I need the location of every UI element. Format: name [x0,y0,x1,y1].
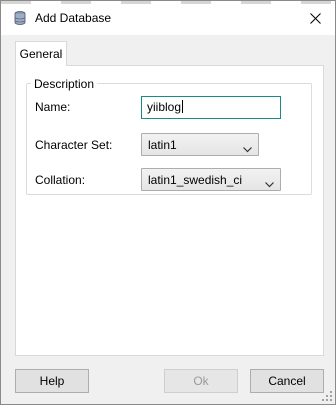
character-set-select[interactable]: latin1 [141,133,259,156]
cancel-button-label: Cancel [268,374,306,388]
ok-button[interactable]: Ok [164,369,238,393]
chevron-down-icon [243,142,252,156]
name-input[interactable]: yiiblog [141,96,281,119]
title-bar[interactable]: Add Database [1,1,335,35]
description-legend: Description [31,77,98,91]
close-button[interactable] [295,1,335,35]
cancel-button[interactable]: Cancel [250,369,324,393]
name-input-value: yiiblog [147,100,182,114]
collation-label: Collation: [35,173,86,187]
resize-grip-icon[interactable] [322,391,333,402]
ok-button-label: Ok [193,374,209,388]
database-icon [14,11,26,25]
chevron-down-icon [265,177,274,191]
tab-general[interactable]: General [15,41,67,66]
add-database-dialog: Add Database General Description Name: y… [0,0,336,405]
help-button-label: Help [39,374,65,388]
character-set-value: latin1 [148,138,177,152]
close-icon [309,12,321,24]
collation-value: latin1_swedish_ci [148,173,243,187]
window-title: Add Database [35,11,112,25]
character-set-label: Character Set: [35,138,113,152]
text-caret [182,100,184,113]
help-button[interactable]: Help [15,369,89,393]
collation-select[interactable]: latin1_swedish_ci [141,168,281,191]
name-label: Name: [35,100,71,114]
tab-general-label: General [19,47,63,61]
background-window-strip [1,1,335,4]
